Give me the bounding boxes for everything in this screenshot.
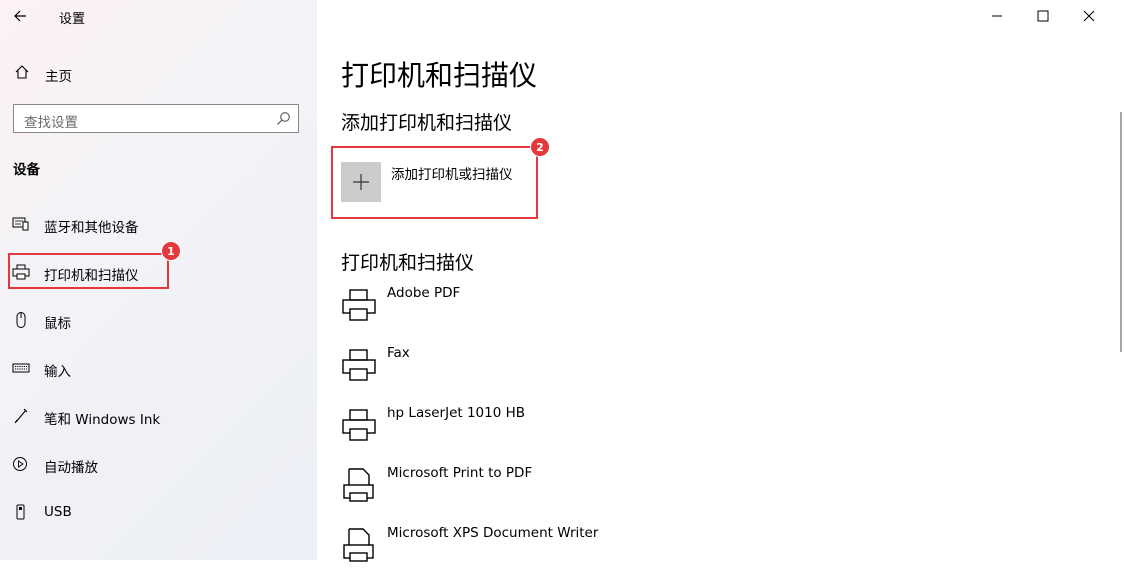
maximize-button[interactable]	[1020, 0, 1066, 32]
sidebar-item-typing[interactable]: 输入	[10, 353, 250, 383]
highlight-box-printers	[8, 253, 169, 289]
printer-item[interactable]: Adobe PDF	[341, 285, 741, 335]
page-title: 打印机和扫描仪	[341, 59, 538, 92]
pen-icon	[14, 408, 28, 424]
main-content: 打印机和扫描仪 添加打印机和扫描仪 2 添加打印机或扫描仪 打印机和扫描仪 Ad…	[317, 0, 1124, 562]
document-printer-icon	[343, 468, 374, 502]
step-badge-2: 2	[530, 137, 550, 157]
sidebar-item-autoplay[interactable]: 自动播放	[10, 449, 250, 479]
sidebar-item-label: 鼠标	[44, 316, 71, 332]
section-title-devices: 设备	[13, 162, 40, 178]
add-printer-button[interactable]	[341, 162, 381, 202]
printer-name: hp LaserJet 1010 HB	[387, 405, 526, 421]
add-printer-label[interactable]: 添加打印机或扫描仪	[391, 163, 513, 183]
search-icon	[277, 112, 290, 125]
printer-icon	[342, 409, 376, 441]
close-icon	[1083, 10, 1095, 22]
search-settings-input[interactable]: 查找设置	[13, 104, 299, 133]
nav-home-label: 主页	[45, 69, 72, 85]
printer-icon	[342, 349, 376, 381]
printer-item[interactable]: hp LaserJet 1010 HB	[341, 405, 741, 455]
printer-name: Microsoft Print to PDF	[387, 465, 533, 481]
printer-name: Microsoft XPS Document Writer	[387, 525, 599, 541]
home-icon	[15, 65, 29, 79]
sidebar-item-label: 蓝牙和其他设备	[44, 220, 139, 236]
sidebar: 设置 主页 查找设置 设备 蓝牙和其他设备 打印机和扫描仪 鼠标 输入 笔和 W…	[0, 0, 317, 560]
window-controls	[974, 0, 1124, 32]
nav-home[interactable]: 主页	[12, 62, 212, 85]
sidebar-item-mouse[interactable]: 鼠标	[10, 305, 250, 335]
usb-icon	[16, 504, 25, 520]
add-section-title: 添加打印机和扫描仪	[341, 112, 513, 134]
minimize-button[interactable]	[974, 0, 1020, 32]
printer-name: Fax	[387, 345, 410, 361]
back-button[interactable]	[10, 6, 32, 26]
plus-icon	[353, 174, 369, 190]
close-button[interactable]	[1066, 0, 1112, 32]
printer-item[interactable]: Microsoft XPS Document Writer	[341, 525, 741, 575]
sidebar-item-label: 自动播放	[44, 460, 98, 476]
search-placeholder: 查找设置	[24, 115, 78, 131]
scrollbar[interactable]	[1120, 112, 1122, 352]
step-badge-1: 1	[161, 241, 181, 261]
app-title: 设置	[59, 12, 86, 27]
minimize-icon	[992, 15, 1002, 17]
sidebar-item-bluetooth[interactable]: 蓝牙和其他设备	[10, 209, 250, 239]
title-bar: 设置	[0, 0, 317, 32]
maximize-icon	[1037, 10, 1049, 22]
sidebar-item-pen[interactable]: 笔和 Windows Ink	[10, 401, 250, 431]
mouse-icon	[16, 312, 26, 328]
sidebar-item-label: 笔和 Windows Ink	[44, 412, 161, 428]
printer-icon	[342, 289, 376, 321]
keyboard-icon	[12, 363, 30, 373]
printer-item[interactable]: Fax	[341, 345, 741, 395]
back-arrow-icon	[14, 10, 26, 22]
printer-item[interactable]: Microsoft Print to PDF	[341, 465, 741, 515]
sidebar-item-usb[interactable]: USB	[10, 497, 250, 527]
sidebar-item-label: USB	[44, 504, 72, 520]
sidebar-item-label: 输入	[44, 364, 71, 380]
printer-name: Adobe PDF	[387, 285, 461, 301]
bluetooth-devices-icon	[12, 217, 29, 231]
printer-list-title: 打印机和扫描仪	[341, 252, 475, 274]
document-printer-icon	[343, 528, 374, 562]
autoplay-icon	[13, 457, 27, 471]
